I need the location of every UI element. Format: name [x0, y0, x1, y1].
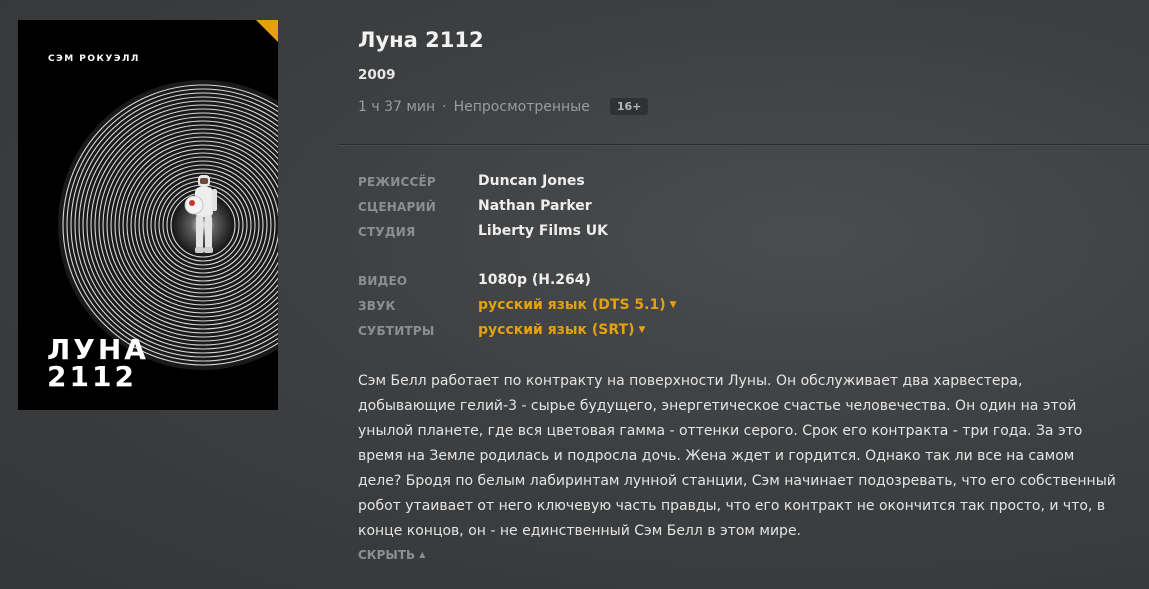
poster-title-line-2: 2112: [47, 360, 137, 393]
credit-row-director: РЕЖИССЁР Duncan Jones: [358, 173, 1138, 193]
subtitles-dropdown[interactable]: русский язык (SRT) ▼: [478, 322, 645, 338]
media-row-audio: ЗВУК русский язык (DTS 5.1) ▼: [358, 297, 1138, 317]
credit-row-studio: СТУДИЯ Liberty Films UK: [358, 223, 1138, 243]
collapse-summary-button[interactable]: СКРЫТЬ ▲: [358, 548, 425, 562]
poster-actor-credit: СЭМ РОКУЭЛЛ: [48, 54, 140, 64]
video-value: 1080p (H.264): [478, 272, 591, 288]
caret-down-icon: ▼: [638, 325, 646, 335]
subtitles-label: СУБТИТРЫ: [358, 324, 435, 338]
credit-label: РЕЖИССЁР: [358, 175, 436, 189]
writer-link[interactable]: Nathan Parker: [478, 198, 592, 214]
credit-row-writer: СЦЕНАРИЙ Nathan Parker: [358, 198, 1138, 218]
caret-down-icon: ▼: [669, 300, 677, 310]
poster-title-line-1: ЛУНА: [47, 333, 149, 366]
meta-separator: ·: [442, 98, 447, 115]
watch-status: Непросмотренные: [453, 98, 590, 115]
audio-track-value: русский язык (DTS 5.1): [478, 297, 666, 313]
audio-track-dropdown[interactable]: русский язык (DTS 5.1) ▼: [478, 297, 677, 313]
movie-meta: 1 ч 37 мин · Непросмотренные 16+: [358, 98, 649, 115]
video-label: ВИДЕО: [358, 274, 408, 288]
audio-label: ЗВУК: [358, 299, 396, 313]
subtitles-value: русский язык (SRT): [478, 322, 635, 338]
studio-link[interactable]: Liberty Films UK: [478, 223, 608, 239]
section-divider: [338, 144, 1149, 146]
credit-label: СЦЕНАРИЙ: [358, 200, 436, 214]
movie-year: 2009: [358, 67, 396, 83]
movie-duration: 1 ч 37 мин: [358, 98, 436, 115]
content-rating-badge: 16+: [609, 98, 649, 115]
director-link[interactable]: Duncan Jones: [478, 173, 585, 189]
poster-title: ЛУНА 2112: [47, 333, 149, 393]
movie-poster[interactable]: СЭМ РОКУЭЛЛ ЛУНА 2112: [18, 20, 278, 410]
caret-up-icon: ▲: [419, 550, 426, 559]
movie-summary: Сэм Белл работает по контракту на поверх…: [358, 373, 1116, 539]
movie-title: Луна 2112: [358, 28, 484, 52]
collapse-label: СКРЫТЬ: [358, 548, 416, 562]
credit-label: СТУДИЯ: [358, 225, 416, 239]
media-row-subtitles: СУБТИТРЫ русский язык (SRT) ▼: [358, 322, 1138, 342]
unwatched-corner-badge: [256, 20, 278, 42]
media-row-video: ВИДЕО 1080p (H.264): [358, 272, 1138, 292]
